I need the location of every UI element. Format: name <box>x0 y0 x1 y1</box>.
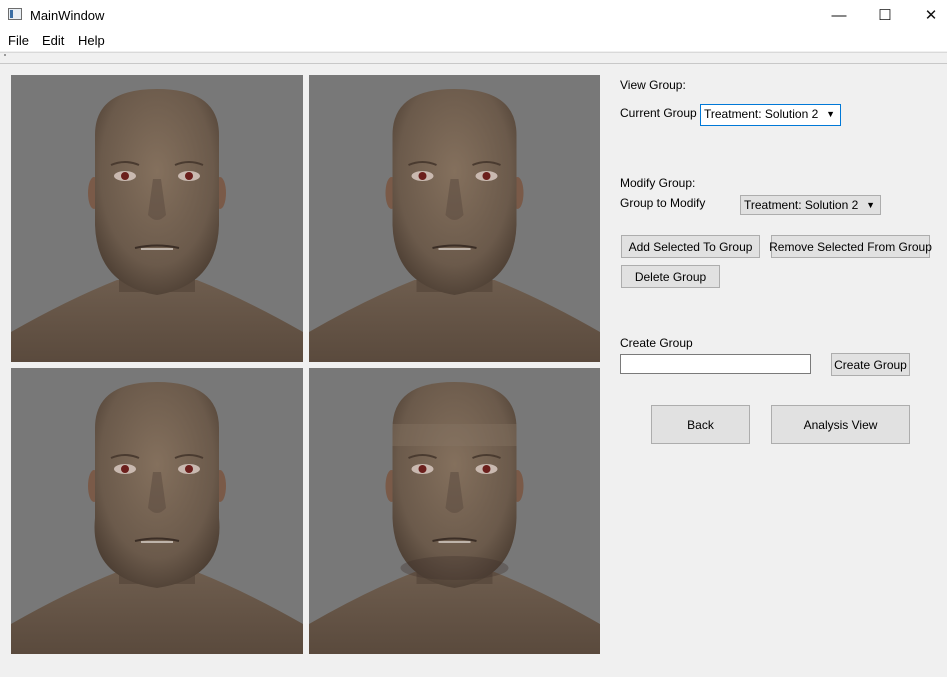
menu-file[interactable]: File <box>8 33 29 48</box>
back-button[interactable]: Back <box>651 405 750 444</box>
face-render <box>11 382 303 654</box>
menu-help[interactable]: Help <box>78 33 105 48</box>
group-to-modify-label: Group to Modify <box>620 196 706 210</box>
current-group-select[interactable]: Treatment: Solution 2 ▼ <box>700 104 841 126</box>
create-group-button[interactable]: Create Group <box>831 353 910 376</box>
face-viewport-2[interactable] <box>309 75 600 362</box>
face-render <box>11 89 303 362</box>
create-group-input[interactable] <box>620 354 811 374</box>
group-to-modify-value: Treatment: Solution 2 <box>744 198 859 212</box>
menu-bar: File Edit Help <box>0 31 947 51</box>
menu-edit[interactable]: Edit <box>42 33 64 48</box>
face-viewport-3[interactable] <box>11 368 303 654</box>
maximize-button[interactable]: ☐ <box>862 0 908 30</box>
close-button[interactable]: ✕ <box>908 0 947 30</box>
modify-group-heading: Modify Group: <box>620 176 696 190</box>
chevron-down-icon: ▼ <box>826 109 835 119</box>
face-viewport-1[interactable] <box>11 75 303 362</box>
face-render <box>309 89 600 362</box>
analysis-view-button[interactable]: Analysis View <box>771 405 910 444</box>
toolbar-handle[interactable] <box>4 54 6 56</box>
view-group-heading: View Group: <box>620 78 686 92</box>
menu-separator <box>0 52 947 53</box>
delete-group-button[interactable]: Delete Group <box>621 265 720 288</box>
create-group-label: Create Group <box>620 336 693 350</box>
current-group-label: Current Group <box>620 106 697 120</box>
app-icon <box>8 8 22 20</box>
group-to-modify-select[interactable]: Treatment: Solution 2 ▼ <box>740 195 881 215</box>
minimize-button[interactable]: — <box>816 0 862 30</box>
current-group-value: Treatment: Solution 2 <box>704 107 819 121</box>
window-title: MainWindow <box>30 8 105 23</box>
remove-selected-button[interactable]: Remove Selected From Group <box>769 235 932 258</box>
add-selected-button[interactable]: Add Selected To Group <box>621 235 760 258</box>
chevron-down-icon: ▼ <box>866 200 875 210</box>
title-bar: MainWindow — ☐ ✕ <box>0 0 947 31</box>
face-render <box>309 382 600 654</box>
face-viewport-4[interactable] <box>309 368 600 654</box>
content-top-line <box>0 63 947 64</box>
